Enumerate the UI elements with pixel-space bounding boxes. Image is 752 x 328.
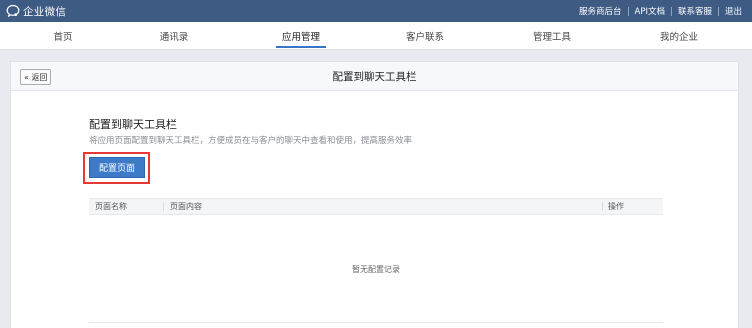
column-divider: [163, 202, 164, 211]
nav-item-contacts[interactable]: 通讯录: [111, 22, 237, 50]
page-title: 配置到聊天工具栏: [332, 71, 417, 83]
nav-item-app-management[interactable]: 应用管理: [238, 22, 364, 50]
nav-label: 管理工具: [532, 32, 571, 43]
table-header: 页面名称 页面内容 操作: [89, 198, 663, 215]
link-provider-backend[interactable]: 服务商后台: [573, 5, 628, 17]
brand-logo[interactable]: 企业微信: [6, 3, 66, 19]
main-nav: 首页 通讯录 应用管理 客户联系 管理工具 我的企业: [0, 22, 752, 50]
configure-page-button[interactable]: 配置页面: [89, 157, 145, 178]
chat-bubble-icon: [6, 4, 20, 18]
nav-label: 应用管理: [281, 32, 320, 43]
column-divider: [602, 202, 603, 211]
top-bar: 企业微信 服务商后台 API文档 联系客服 退出: [0, 0, 752, 22]
config-table: 页面名称 页面内容 操作 暂无配置记录: [89, 198, 663, 323]
table-bottom-border: [89, 322, 663, 323]
nav-label: 通讯录: [159, 32, 189, 43]
active-indicator: [276, 46, 326, 48]
section-title: 配置到聊天工具栏: [89, 118, 177, 131]
nav-label: 首页: [53, 32, 73, 43]
section-description: 将应用页面配置到聊天工具栏，方便成员在与客户的聊天中查看和使用，提高服务效率: [89, 136, 413, 146]
nav-item-management-tools[interactable]: 管理工具: [489, 22, 615, 50]
column-page-name: 页面名称: [95, 202, 127, 211]
link-api-docs[interactable]: API文档: [629, 5, 671, 17]
nav-item-home[interactable]: 首页: [0, 22, 126, 50]
nav-item-customer-contact[interactable]: 客户联系: [362, 22, 488, 50]
brand-name: 企业微信: [23, 5, 67, 18]
content-card: « 返回 配置到聊天工具栏 配置到聊天工具栏 将应用页面配置到聊天工具栏，方便成…: [10, 61, 739, 328]
nav-label: 客户联系: [405, 32, 444, 43]
card-header: « 返回 配置到聊天工具栏: [11, 62, 738, 91]
empty-state-text: 暂无配置记录: [352, 265, 400, 274]
link-contact-support[interactable]: 联系客服: [672, 5, 718, 17]
nav-item-my-enterprise[interactable]: 我的企业: [616, 22, 742, 50]
column-page-content: 页面内容: [170, 202, 202, 211]
column-actions: 操作: [608, 202, 624, 211]
top-links: 服务商后台 API文档 联系客服 退出: [573, 0, 748, 22]
link-logout[interactable]: 退出: [719, 5, 748, 17]
nav-label: 我的企业: [659, 32, 698, 43]
